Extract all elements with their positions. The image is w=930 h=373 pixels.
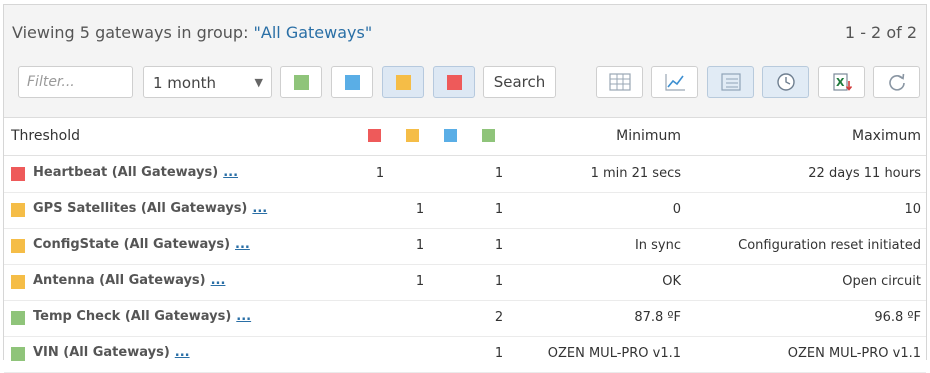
period-select[interactable]: 1 month ▼ — [143, 66, 272, 98]
threshold-name: Antenna (All Gateways)... — [33, 273, 226, 288]
red-column-icon — [368, 129, 381, 142]
table-row[interactable]: Antenna (All Gateways)... 1 1 OK Open ci… — [4, 264, 926, 301]
maximum-value: 22 days 11 hours — [808, 166, 921, 181]
more-link[interactable]: ... — [252, 201, 267, 216]
yellow-status-icon — [11, 275, 25, 289]
minimum-value: 87.8 ºF — [634, 310, 681, 325]
table-header: Threshold Minimum Maximum — [4, 117, 926, 156]
maximum-value: Configuration reset initiated — [738, 238, 921, 253]
yellow-status-icon — [11, 203, 25, 217]
gateway-threshold-panel: Viewing 5 gateways in group: "All Gatewa… — [3, 4, 927, 373]
yellow-count: 1 — [415, 202, 425, 217]
table-icon — [609, 73, 631, 91]
line-chart-icon — [665, 74, 685, 91]
table-view-button[interactable] — [596, 66, 643, 98]
more-link[interactable]: ... — [236, 309, 251, 324]
green-count: 2 — [494, 310, 504, 325]
table-row[interactable]: ConfigState (All Gateways)... 1 1 In syn… — [4, 228, 926, 265]
blue-column-icon — [444, 129, 457, 142]
title-prefix: Viewing 5 gateways in group: — [12, 23, 254, 42]
yellow-column-icon — [406, 129, 419, 142]
green-square-icon — [294, 75, 309, 90]
yellow-count: 1 — [415, 238, 425, 253]
maximum-value: Open circuit — [842, 274, 921, 289]
green-status-icon — [11, 347, 25, 361]
yellow-status-icon — [11, 239, 25, 253]
dropdown-arrow-icon: ▼ — [254, 76, 263, 89]
red-status-icon — [11, 167, 25, 181]
green-count: 1 — [494, 346, 504, 361]
threshold-name: ConfigState (All Gateways)... — [33, 237, 250, 252]
table-row[interactable]: GPS Satellites (All Gateways)... 1 1 0 1… — [4, 192, 926, 229]
table-row[interactable]: Temp Check (All Gateways)... 2 87.8 ºF 9… — [4, 300, 926, 337]
minimum-value: OK — [662, 274, 681, 289]
green-count: 1 — [494, 202, 504, 217]
list-view-button[interactable] — [707, 66, 754, 98]
maximum-value: 96.8 ºF — [874, 310, 921, 325]
list-view-icon — [721, 73, 741, 91]
green-column-icon — [482, 129, 495, 142]
more-link[interactable]: ... — [211, 273, 226, 288]
refresh-button[interactable] — [873, 66, 920, 98]
red-square-icon — [447, 75, 462, 90]
threshold-name: Temp Check (All Gateways)... — [33, 309, 252, 324]
green-count: 1 — [494, 238, 504, 253]
minimum-value: 1 min 21 secs — [590, 166, 681, 181]
red-filter-button[interactable] — [433, 66, 475, 98]
minimum-value: In sync — [634, 238, 681, 253]
green-status-icon — [11, 311, 25, 325]
panel-title: Viewing 5 gateways in group: "All Gatewa… — [12, 23, 372, 42]
search-button[interactable]: Search — [483, 66, 556, 98]
maximum-value: OZEN MUL-PRO v1.1 — [787, 346, 921, 361]
clock-icon — [777, 73, 795, 91]
pager-text: 1 - 2 of 2 — [844, 23, 917, 42]
table-row[interactable]: Heartbeat (All Gateways)... 1 1 1 min 21… — [4, 156, 926, 193]
chart-view-button[interactable] — [651, 66, 698, 98]
yellow-filter-button[interactable] — [382, 66, 424, 98]
threshold-name: GPS Satellites (All Gateways)... — [33, 201, 268, 216]
minimum-column-header[interactable]: Minimum — [616, 128, 681, 144]
green-filter-button[interactable] — [280, 66, 322, 98]
green-count: 1 — [494, 166, 504, 181]
more-link[interactable]: ... — [175, 345, 190, 360]
yellow-count: 1 — [415, 274, 425, 289]
more-link[interactable]: ... — [223, 165, 238, 180]
excel-export-icon: X — [833, 73, 853, 91]
threshold-name: VIN (All Gateways)... — [33, 345, 190, 360]
green-count: 1 — [494, 274, 504, 289]
panel-header: Viewing 5 gateways in group: "All Gatewa… — [4, 5, 926, 118]
threshold-name: Heartbeat (All Gateways)... — [33, 165, 239, 180]
yellow-square-icon — [396, 75, 411, 90]
filter-input[interactable]: Filter... — [18, 66, 133, 98]
maximum-value: 10 — [904, 202, 921, 217]
history-button[interactable] — [762, 66, 809, 98]
period-value: 1 month — [153, 74, 216, 92]
more-link[interactable]: ... — [235, 237, 250, 252]
blue-square-icon — [345, 75, 360, 90]
maximum-column-header[interactable]: Maximum — [852, 128, 921, 144]
minimum-value: 0 — [672, 202, 681, 217]
minimum-value: OZEN MUL-PRO v1.1 — [547, 346, 681, 361]
group-name-link[interactable]: "All Gateways" — [254, 23, 373, 42]
threshold-column-header[interactable]: Threshold — [11, 128, 80, 144]
red-count: 1 — [375, 166, 385, 181]
blue-filter-button[interactable] — [331, 66, 373, 98]
export-excel-button[interactable]: X — [818, 66, 865, 98]
svg-text:X: X — [836, 76, 845, 89]
table-row[interactable]: VIN (All Gateways)... 1 OZEN MUL-PRO v1.… — [4, 336, 926, 373]
refresh-icon — [889, 73, 905, 91]
